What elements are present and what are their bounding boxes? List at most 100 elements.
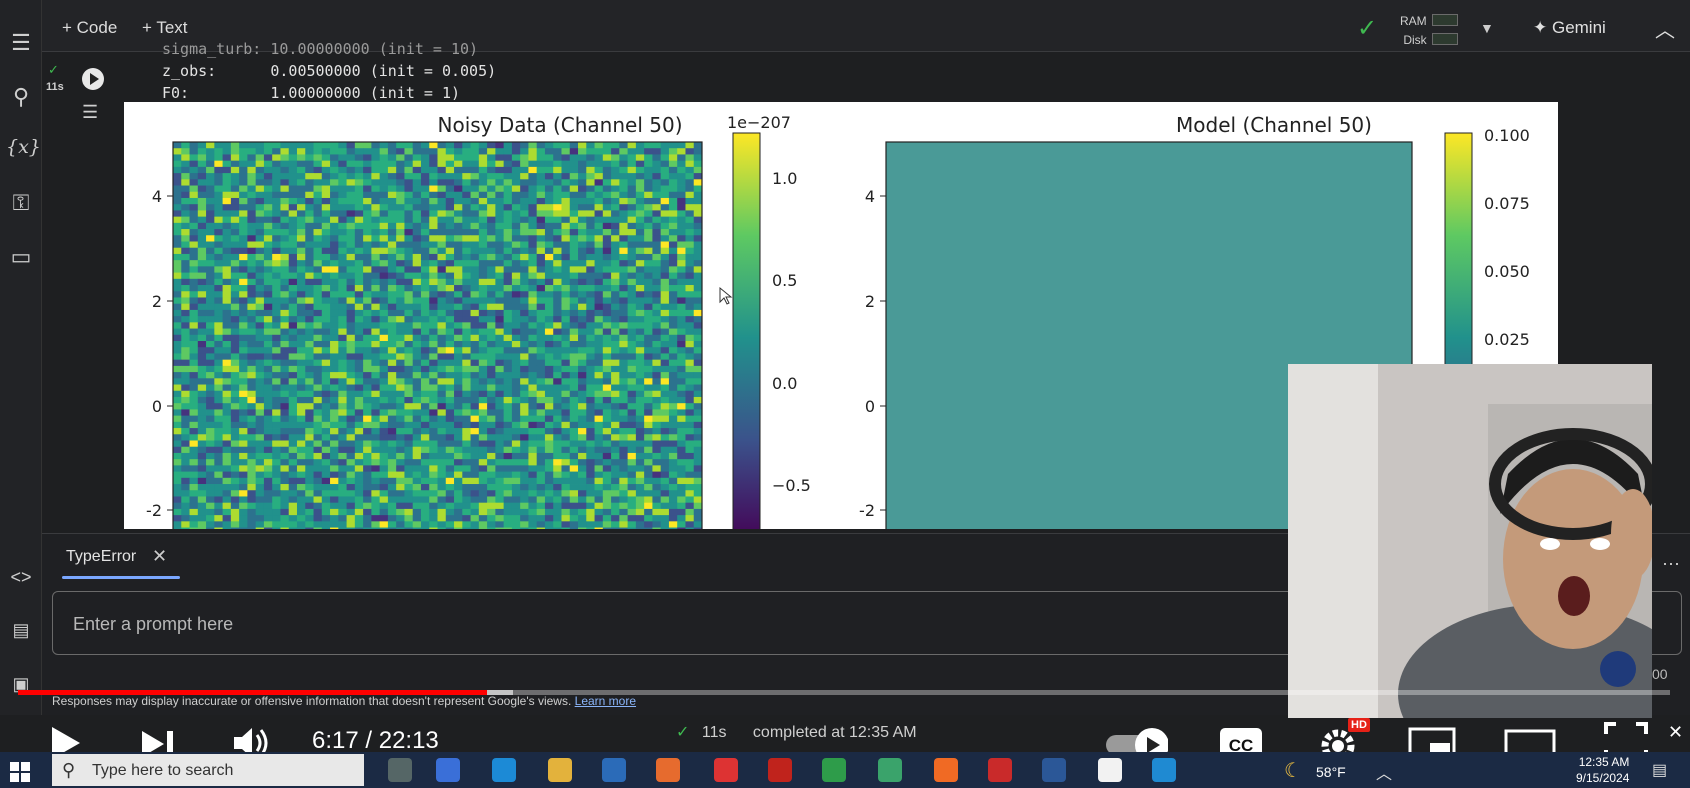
heatmap-cell (495, 490, 505, 497)
output-settings-icon[interactable]: ☰ (82, 102, 98, 123)
heatmap-cell (197, 260, 207, 267)
notion-icon[interactable] (1098, 758, 1122, 782)
chrome-icon[interactable] (714, 758, 738, 782)
table-of-contents-icon[interactable]: ☰ (6, 30, 36, 56)
variables-icon[interactable]: {x} (6, 136, 41, 158)
resource-indicator[interactable]: RAM Disk (1400, 12, 1427, 50)
heatmap-cell (420, 210, 430, 218)
key-icon[interactable]: ⚿ (6, 190, 36, 216)
add-code-button[interactable]: + Code (62, 18, 117, 38)
heatmap-cell (371, 378, 381, 385)
close-icon[interactable]: ✕ (1668, 722, 1683, 743)
windows-start-icon[interactable] (10, 762, 30, 782)
heatmap-cell (677, 266, 686, 273)
heatmap-cell (611, 260, 620, 267)
heatmap-cell (569, 297, 579, 305)
heatmap-cell (346, 160, 356, 168)
heatmap-cell (412, 471, 422, 479)
copilot-icon[interactable] (436, 758, 460, 782)
brave-icon[interactable] (934, 758, 958, 782)
tray-chevron-icon[interactable]: ︿ (1376, 760, 1392, 784)
heatmap-cell (280, 515, 290, 522)
vscode-icon[interactable] (1152, 758, 1176, 782)
heatmap-cell (230, 328, 240, 336)
edge-icon[interactable] (492, 758, 516, 782)
heatmap-cell (255, 185, 265, 193)
search-icon[interactable]: ⚲ (6, 84, 36, 110)
heatmap-cell (677, 471, 686, 479)
run-cell-button[interactable] (82, 68, 104, 90)
tab-typeerror[interactable]: TypeError (66, 548, 136, 566)
heatmap-cell (586, 179, 595, 186)
heatmap-cell (611, 502, 620, 510)
heatmap-cell (189, 247, 199, 255)
heatmap-cell (611, 465, 620, 472)
heatmap-cell (280, 309, 290, 317)
gemini-button[interactable]: ✦ Gemini (1533, 18, 1606, 38)
heatmap-cell (338, 241, 347, 249)
app-icon[interactable] (878, 758, 902, 782)
chevron-up-icon[interactable]: ︿ (1655, 14, 1675, 43)
heatmap-cell (379, 353, 389, 361)
heatmap-cell (685, 216, 695, 224)
close-icon[interactable]: ✕ (152, 546, 167, 567)
heatmap-cell (553, 148, 562, 155)
heatmap-cell (602, 452, 612, 460)
chrome-alt-icon[interactable] (822, 758, 846, 782)
heatmap-cell (396, 154, 405, 162)
heatmap-cell (561, 390, 571, 398)
heatmap-cell (495, 191, 505, 199)
heatmap-cell (197, 322, 207, 329)
heatmap-cell (578, 446, 587, 454)
heatmap-cell (685, 241, 695, 249)
heatmap-cell (685, 204, 695, 211)
heatmap-cell (660, 285, 670, 292)
heatmap-cell (239, 527, 248, 529)
heatmap-cell (255, 291, 265, 298)
heatmap-cell (206, 166, 215, 174)
heatmap-cell (346, 508, 356, 516)
heatmap-cell (561, 142, 571, 149)
add-text-button[interactable]: + Text (142, 18, 188, 38)
heatmap-cell (346, 197, 356, 205)
taskbar-search[interactable]: ⚲ Type here to search (52, 754, 364, 786)
notifications-icon[interactable]: ▤ (1652, 760, 1667, 780)
file-explorer-icon[interactable] (548, 758, 572, 782)
learn-more-link[interactable]: Learn more (575, 694, 636, 708)
heatmap-cell (503, 515, 513, 522)
more-options-icon[interactable]: ⋯ (1662, 554, 1680, 575)
heatmap-cell (330, 154, 339, 162)
heatmap-cell (338, 484, 347, 491)
heatmap-cell (487, 235, 496, 242)
folder-icon[interactable]: ▭ (6, 244, 36, 270)
code-snippets-icon[interactable]: <> (6, 567, 36, 588)
heatmap-cell (544, 322, 554, 329)
word-icon[interactable] (1042, 758, 1066, 782)
task-view-icon[interactable] (388, 758, 412, 782)
heatmap-cell (330, 322, 339, 329)
heatmap-cell (379, 260, 389, 267)
heatmap-cell (627, 166, 637, 174)
heatmap-cell (528, 409, 538, 417)
heatmap-cell (230, 235, 240, 242)
taskbar-clock[interactable]: 12:35 AM 9/15/2024 (1576, 754, 1629, 786)
heatmap-cell (420, 403, 430, 410)
heatmap-cell (594, 247, 604, 255)
heatmap-cell (338, 496, 347, 504)
heatmap-cell (627, 508, 637, 516)
chevron-down-icon[interactable]: ▼ (1480, 20, 1494, 36)
heatmap-cell (520, 353, 529, 361)
heatmap-cell (644, 229, 653, 236)
heatmap-cell (371, 390, 381, 398)
heatmap-cell (478, 142, 488, 149)
acrobat-icon[interactable] (768, 758, 792, 782)
heatmap-cell (627, 452, 637, 460)
heatmap-cell (487, 253, 496, 261)
gear-app-icon[interactable] (988, 758, 1012, 782)
heatmap-cell (420, 502, 430, 510)
command-palette-icon[interactable]: ▤ (6, 620, 36, 641)
firefox-icon[interactable] (656, 758, 680, 782)
heatmap-cell (222, 166, 232, 174)
heatmap-cell (338, 527, 347, 529)
mail-icon[interactable] (602, 758, 626, 782)
